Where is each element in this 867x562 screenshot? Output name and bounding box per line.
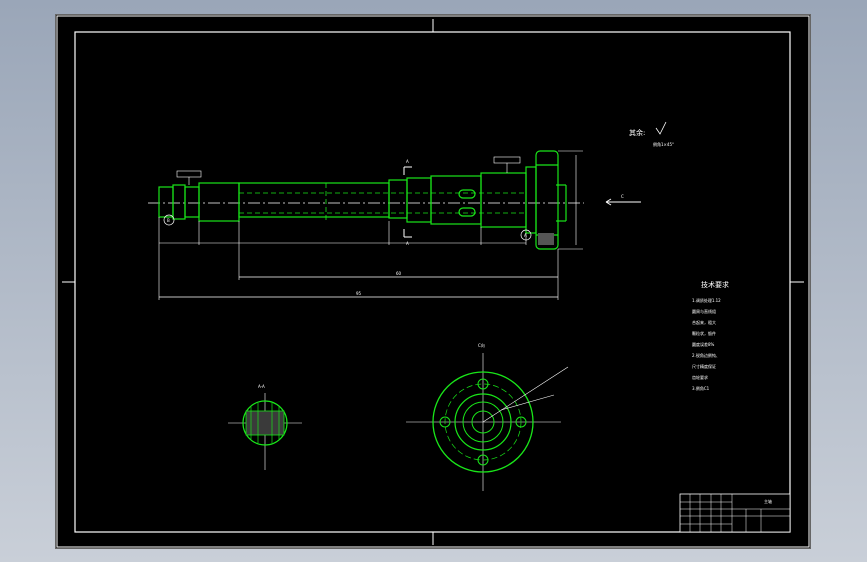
tolerance-frames	[176, 156, 521, 185]
datum-right-label: A	[524, 233, 527, 238]
flange-leader-line-2	[500, 394, 555, 411]
tech-req-line: 颗粒状，锻件	[692, 330, 716, 336]
section-a-a-label: A-A	[258, 384, 265, 389]
roughness-symbol-icon	[655, 121, 667, 135]
tech-req-line: 1.调质处理1.12	[692, 297, 721, 303]
chamfer-note: 倒角1×45°	[653, 141, 674, 147]
section-hatched-core	[245, 410, 285, 436]
view-marker-label: C	[621, 194, 624, 199]
section-hatch	[538, 233, 554, 245]
tech-req-line: 圆周与直线组	[692, 308, 716, 314]
dim-total-label: 95	[356, 291, 362, 296]
roughness-label: 其余:	[629, 128, 645, 137]
tech-req-line: 3.倒角C1	[692, 385, 710, 391]
shaft-hidden-bore	[239, 183, 526, 220]
roughness-note: 其余: 倒角1×45°	[629, 121, 674, 147]
dim-middle-label: 60	[396, 271, 402, 276]
tech-req-line: 圆度误差8%	[692, 341, 715, 347]
tech-req-line: 齿轮要求	[692, 374, 708, 380]
tech-requirements: 技术要求 1.调质处理1.12 圆周与直线组 合起来，粗大 颗粒状，锻件 圆度误…	[692, 280, 729, 391]
title-block: 主轴	[679, 493, 791, 533]
tech-req-line: 尺寸精度保证	[692, 363, 716, 369]
tech-req-title: 技术要求	[701, 280, 729, 289]
title-block-drawing-name: 主轴	[764, 498, 772, 504]
section-a-a: A-A	[228, 384, 302, 470]
cut-marker-bottom: A	[406, 241, 409, 246]
cut-marker-top: A	[406, 159, 409, 164]
shaft-outline	[158, 150, 567, 250]
tech-req-line: 合起来，粗大	[692, 319, 716, 325]
datum-left-label: B	[167, 218, 170, 223]
view-c-flange: C向	[406, 342, 569, 491]
tech-req-line: 2.锐角边倒钝、	[692, 352, 720, 358]
view-arrow	[605, 198, 641, 206]
frame-center-marks	[62, 19, 804, 545]
view-c-label: C向	[478, 342, 485, 348]
cad-drawing: 60 95 B A A A C 其余: 倒角1×45° 技术要求 1.调质处理1…	[56, 15, 810, 548]
inner-frame	[74, 31, 791, 533]
dim-row-small	[159, 155, 577, 245]
flange-leader-line	[482, 366, 569, 423]
shaft-main-view: 60 95 B A A A C	[148, 150, 641, 300]
cad-drawing-sheet: 60 95 B A A A C 其余: 倒角1×45° 技术要求 1.调质处理1…	[55, 14, 811, 549]
outer-border	[56, 15, 810, 548]
